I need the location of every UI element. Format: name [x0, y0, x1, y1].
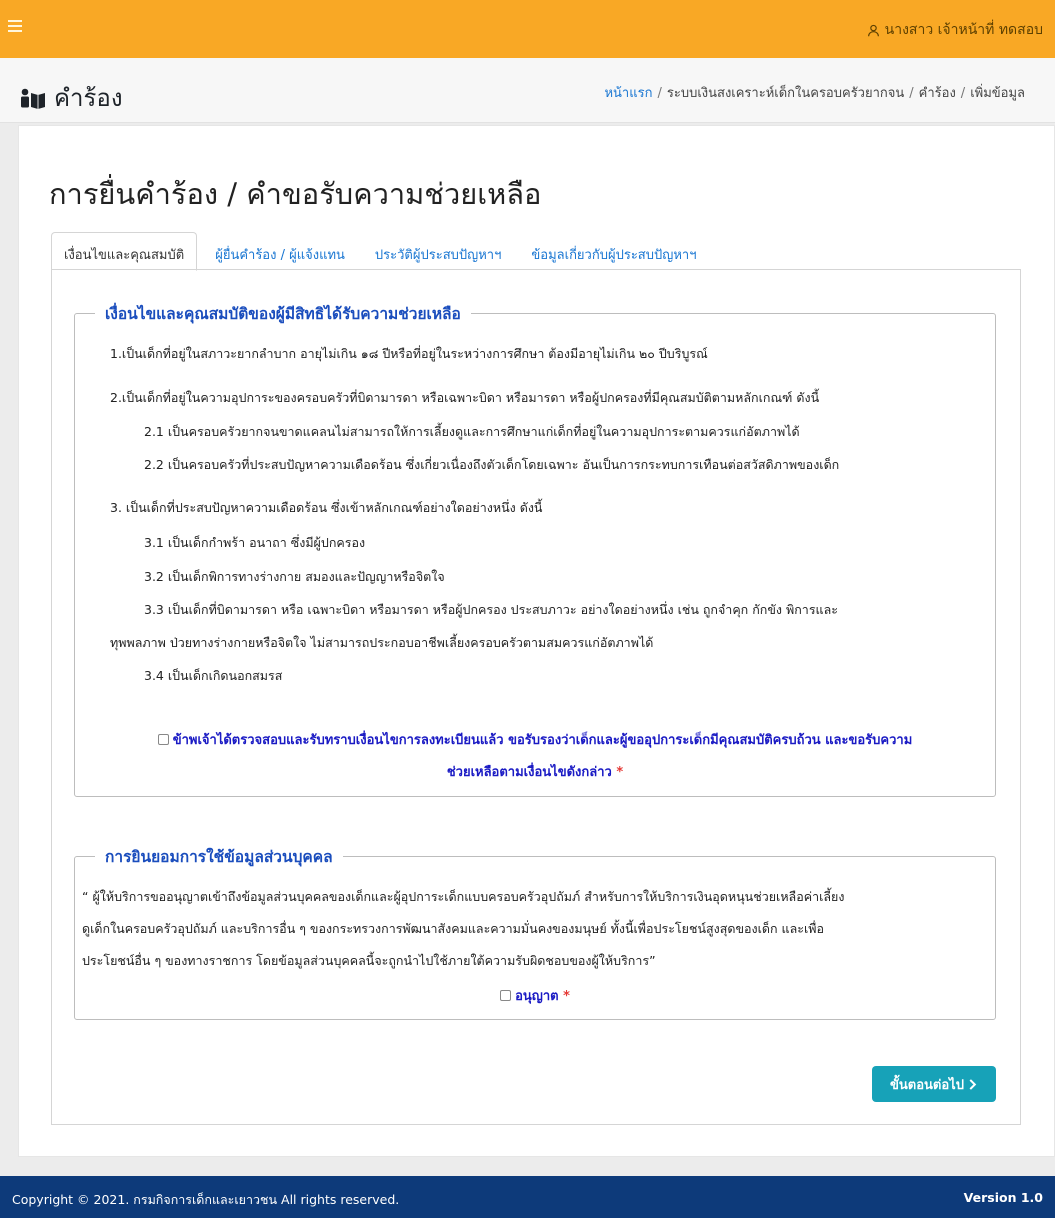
page-title: คำร้อง [54, 84, 123, 112]
tab-applicant[interactable]: ผู้ยื่นคำร้อง / ผู้แจ้งแทน [203, 232, 357, 270]
tab-bar: เงื่อนไขและคุณสมบัติ ผู้ยื่นคำร้อง / ผู้… [51, 232, 715, 271]
condition-line: 2.เป็นเด็กที่อยู่ในความอุปการะของครอบครั… [110, 390, 820, 405]
allow-row: อนุญาต * [90, 985, 980, 1006]
consent-checkbox[interactable] [157, 734, 169, 745]
next-step-button[interactable]: ขั้นตอนต่อไป [872, 1066, 996, 1102]
required-mark: * [616, 765, 624, 780]
copyright-text: Copyright © 2021. กรมกิจการเด็กและเยาวชน… [12, 1192, 400, 1207]
people-book-icon [21, 88, 45, 109]
breadcrumb-home[interactable]: หน้าแรก [604, 86, 652, 101]
conditions-legend: เงื่อนไขและคุณสมบัติของผู้มีสิทธิได้รับค… [105, 305, 461, 323]
page-title-group: คำร้อง [20, 78, 123, 117]
page-header: คำร้อง หน้าแรก / ระบบเงินสงเคราะห์เด็กในคร… [0, 58, 1055, 123]
condition-line: 3.3 เป็นเด็กที่บิดามารดา หรือ เฉพาะบิดา … [144, 602, 838, 617]
allow-checkbox[interactable] [500, 990, 512, 1001]
condition-line: ทุพพลภาพ ป่วยทางร่างกายหรือจิตใจ ไม่สามา… [110, 635, 654, 650]
condition-line: 3.4 เป็นเด็กเกิดนอกสมรส [144, 668, 283, 683]
condition-line: 3.1 เป็นเด็กกำพร้า อนาถา ซึ่งมีผู้ปกครอง [144, 535, 366, 550]
breadcrumb-section: คำร้อง [918, 86, 956, 101]
top-navbar: นางสาว เจ้าหน้าที่ ทดสอบ [0, 0, 1055, 58]
user-name: นางสาว เจ้าหน้าที่ ทดสอบ [884, 22, 1043, 38]
breadcrumb-separator: / [960, 86, 966, 101]
chevron-right-icon [969, 1078, 977, 1090]
condition-line: 3. เป็นเด็กที่ประสบปัญหาความเดือดร้อน ซึ… [110, 500, 543, 515]
required-mark: * [563, 989, 570, 1004]
allow-label: อนุญาต [515, 989, 559, 1004]
consent-text-2: ช่วยเหลือตามเงื่อนไขดังกล่าว [446, 765, 612, 780]
consent-line-2: ช่วยเหลือตามเงื่อนไขดังกล่าว * [90, 761, 980, 782]
consent-line-1: ข้าพเจ้าได้ตรวจสอบและรับทราบเงื่อนไขการล… [90, 729, 980, 750]
next-step-label: ขั้นตอนต่อไป [890, 1077, 964, 1093]
condition-line: 1.เป็นเด็กที่อยู่ในสภาวะยากลำบาก อายุไม่… [110, 346, 708, 361]
tab-conditions[interactable]: เงื่อนไขและคุณสมบัติ [51, 232, 198, 271]
privacy-line: “ ผู้ให้บริการขออนุญาตเข้าถึงข้อมูลส่วนบ… [82, 889, 845, 904]
privacy-line: ดูเด็กในครอบครัวอุปถัมภ์ และบริการอื่น ๆ… [82, 921, 825, 936]
user-menu[interactable]: นางสาว เจ้าหน้าที่ ทดสอบ [867, 19, 1043, 41]
version-text: Version 1.0 [963, 1190, 1043, 1205]
tab-history[interactable]: ประวัติผู้ประสบปัญหาฯ [363, 232, 513, 270]
breadcrumb-current: เพิ่มข้อมูล [970, 86, 1025, 101]
consent-text-1: ข้าพเจ้าได้ตรวจสอบและรับทราบเงื่อนไขการล… [172, 733, 913, 748]
privacy-line: ประโยชน์อื่น ๆ ของทางราชการ โดยข้อมูลส่ว… [82, 953, 656, 968]
tab-victim-info[interactable]: ข้อมูลเกี่ยวกับผู้ประสบปัญหาฯ [519, 232, 708, 270]
breadcrumb: หน้าแรก / ระบบเงินสงเคราะห์เด็กในครอบครัวย… [604, 82, 1025, 103]
breadcrumb-system: ระบบเงินสงเคราะห์เด็กในครอบครัวยากจน [666, 86, 905, 101]
condition-line: 3.2 เป็นเด็กพิการทางร่างกาย สมองและปัญญา… [144, 569, 445, 584]
form-title: การยื่นคำร้อง / คำขอรับความช่วยเหลือ [49, 177, 542, 211]
breadcrumb-separator: / [657, 86, 662, 101]
hamburger-icon[interactable] [8, 20, 22, 34]
privacy-legend: การยินยอมการใช้ข้อมูลส่วนบุคคล [105, 848, 333, 866]
user-icon [867, 24, 879, 36]
condition-line: 2.2 เป็นครอบครัวที่ประสบปัญหาความเดือดร้… [144, 457, 840, 472]
condition-line: 2.1 เป็นครอบครัวยากจนขาดแคลนไม่สามารถให้… [144, 424, 800, 439]
breadcrumb-separator: / [909, 86, 914, 101]
footer: Copyright © 2021. กรมกิจการเด็กและเยาวชน… [0, 1176, 1055, 1218]
